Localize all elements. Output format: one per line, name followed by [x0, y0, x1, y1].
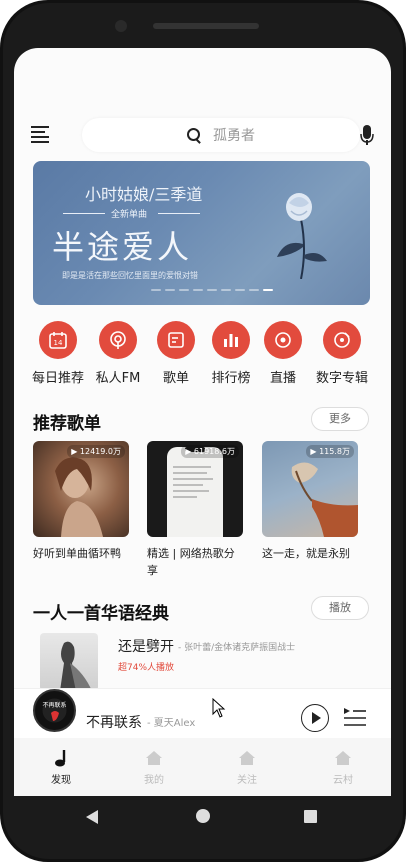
carousel-dot[interactable] [235, 289, 245, 291]
category-live[interactable]: 直播 [253, 321, 313, 386]
home-icon [313, 747, 373, 769]
search-input[interactable]: 孤勇者 [82, 118, 360, 152]
tab-follow[interactable]: 关注 [217, 747, 277, 786]
playlist-cover: ▶ 61918.6万 [147, 441, 243, 537]
carousel-dot[interactable] [221, 289, 231, 291]
home-icon [124, 747, 184, 769]
home-button-icon[interactable] [196, 809, 210, 823]
mini-player[interactable]: 不再联系 不再联系 - 夏天Alex [14, 688, 391, 738]
playlist-card[interactable]: ▶ 61918.6万 精选 | 网络热歌分享 [147, 441, 243, 579]
play-icon[interactable] [301, 704, 329, 732]
category-label: 每日推荐 [31, 371, 84, 386]
play-count: ▶ 12419.0万 [67, 445, 125, 458]
section-title-recommend: 推荐歌单 [33, 414, 101, 434]
recent-apps-icon[interactable] [304, 810, 317, 823]
front-camera [115, 20, 127, 32]
earpiece-speaker [153, 23, 259, 29]
banner-slogan: 即是是活在那些回忆里面里的爱恨对错 [62, 271, 198, 280]
banner-carousel[interactable]: 小时姑娘/三季道 全新单曲 半途爱人 即是是活在那些回忆里面里的爱恨对错 [33, 161, 370, 305]
song-artist: - 张叶蕾/金体诸克萨振国战士 [178, 643, 296, 653]
rose-illustration [277, 193, 327, 279]
category-label: 直播 [269, 371, 296, 386]
playlist-card[interactable]: ▶ 115.8万 这一走，就是永别 [262, 441, 358, 562]
banner-subtitle: 小时姑娘/三季道 [85, 185, 203, 204]
tab-label: 关注 [237, 775, 257, 786]
section-title-classic: 一人一首华语经典 [33, 604, 169, 624]
calendar-icon: 14 [39, 321, 77, 359]
song-cover[interactable] [40, 633, 98, 691]
playlist-title: 精选 | 网络热歌分享 [147, 547, 235, 577]
chart-icon [212, 321, 250, 359]
album-icon [323, 321, 361, 359]
tab-discover[interactable]: 发现 [31, 747, 91, 786]
menu-icon[interactable] [31, 126, 51, 144]
song-popularity-tag: 超74%人播放 [118, 663, 175, 673]
radio-icon [99, 321, 137, 359]
app-screen: 孤勇者 小时姑娘/三季道 全新单曲 半途爱人 即是是活在那些回忆里面里的爱恨对错 [14, 48, 391, 796]
category-daily[interactable]: 14 每日推荐 [28, 321, 88, 386]
category-fm[interactable]: 私人FM [88, 321, 148, 386]
carousel-dot[interactable] [179, 289, 189, 291]
playlist-cover: ▶ 12419.0万 [33, 441, 129, 537]
carousel-dot[interactable] [249, 289, 259, 291]
queue-list-icon[interactable] [342, 706, 366, 728]
play-count: ▶ 61918.6万 [181, 445, 239, 458]
category-charts[interactable]: 排行榜 [201, 321, 261, 386]
search-icon [187, 128, 201, 142]
category-label: 私人FM [95, 371, 141, 386]
carousel-dot[interactable] [151, 289, 161, 291]
tab-cloud-village[interactable]: 云村 [313, 747, 373, 786]
banner-tag: 全新单曲 [111, 210, 148, 220]
playlist-title: 这一走，就是永别 [262, 547, 350, 560]
playlist-title: 好听到单曲循环鸭 [33, 547, 121, 560]
carousel-dot[interactable] [263, 289, 273, 291]
more-button[interactable]: 更多 [311, 407, 369, 431]
category-digital-album[interactable]: 数字专辑 [312, 321, 372, 386]
playlist-cover: ▶ 115.8万 [262, 441, 358, 537]
playlist-icon [157, 321, 195, 359]
banner-divider [158, 213, 200, 214]
search-placeholder: 孤勇者 [213, 128, 255, 144]
play-all-button[interactable]: 播放 [311, 596, 369, 620]
category-label: 歌单 [162, 371, 189, 386]
banner-title: 半途爱人 [52, 228, 193, 266]
song-title[interactable]: 还是劈开 [118, 636, 174, 656]
tab-label: 我的 [144, 775, 164, 786]
carousel-dot[interactable] [207, 289, 217, 291]
category-label: 排行榜 [211, 371, 251, 386]
music-note-icon [31, 747, 91, 769]
category-row: 14 每日推荐 私人FM 歌单 排行榜 直播 数字专辑 [14, 321, 391, 391]
home-icon [217, 747, 277, 769]
now-playing-title: 不再联系 [86, 715, 142, 731]
now-playing-cover[interactable]: 不再联系 [33, 689, 76, 732]
tab-mine[interactable]: 我的 [124, 747, 184, 786]
bottom-tab-bar: 发现 我的 关注 云村 [14, 738, 391, 796]
now-playing-artist: - 夏天Alex [147, 718, 196, 729]
carousel-dot[interactable] [193, 289, 203, 291]
play-count: ▶ 115.8万 [306, 445, 354, 458]
carousel-dots [151, 289, 273, 293]
svg-text:不再联系: 不再联系 [42, 701, 66, 709]
category-label: 数字专辑 [315, 371, 368, 386]
playlist-card[interactable]: ▶ 12419.0万 好听到单曲循环鸭 [33, 441, 129, 562]
tab-label: 云村 [333, 775, 353, 786]
system-nav-bar [14, 796, 391, 838]
tab-label: 发现 [51, 775, 71, 786]
live-icon [264, 321, 302, 359]
category-playlist[interactable]: 歌单 [146, 321, 206, 386]
banner-divider [63, 213, 105, 214]
svg-text:14: 14 [54, 339, 63, 347]
top-bar: 孤勇者 [14, 116, 391, 156]
mouse-cursor-icon [212, 698, 226, 718]
back-icon[interactable] [86, 810, 98, 824]
microphone-icon[interactable] [360, 125, 374, 147]
carousel-dot[interactable] [165, 289, 175, 291]
